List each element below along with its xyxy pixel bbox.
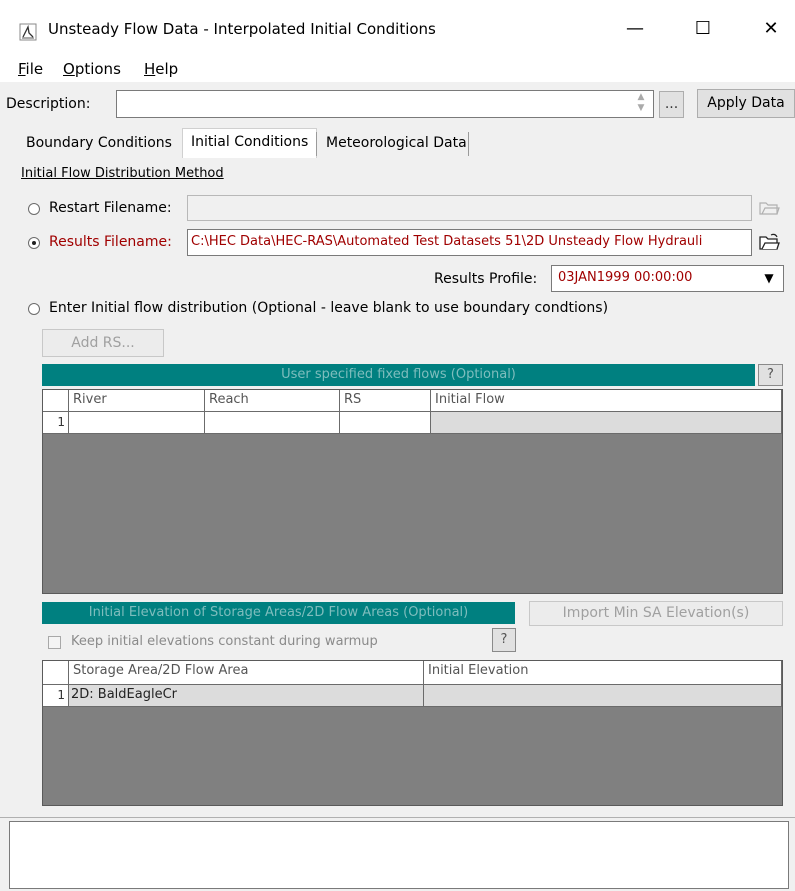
enter-flow-label: Enter Initial flow distribution (Optiona…	[49, 300, 609, 316]
column-header-river[interactable]: River	[69, 390, 205, 412]
cell-initial-flow[interactable]	[431, 412, 782, 434]
window-title: Unsteady Flow Data - Interpolated Initia…	[48, 20, 436, 38]
menu-file[interactable]: File	[18, 60, 43, 78]
app-icon	[19, 23, 37, 41]
import-min-sa-elevation-button[interactable]: Import Min SA Elevation(s)	[529, 601, 783, 626]
storage-areas-table: Storage Area/2D Flow Area Initial Elevat…	[42, 660, 783, 806]
column-header-storage-area[interactable]: Storage Area/2D Flow Area	[69, 661, 424, 685]
description-spin-icon[interactable]: ▲ ▼	[632, 92, 650, 116]
tab-initial-conditions[interactable]: Initial Conditions	[182, 128, 318, 158]
storage-help-button[interactable]: ?	[492, 628, 516, 652]
column-header-rs[interactable]: RS	[340, 390, 431, 412]
row-number: 1	[43, 412, 69, 434]
cell-river[interactable]	[69, 412, 205, 434]
apply-data-button[interactable]: Apply Data	[697, 89, 795, 118]
description-input[interactable]	[116, 90, 654, 118]
minimize-button[interactable]: —	[612, 14, 658, 44]
results-profile-value: 03JAN1999 00:00:00	[558, 270, 693, 285]
row-number: 1	[43, 685, 69, 707]
maximize-button[interactable]: ☐	[680, 14, 726, 44]
description-label: Description:	[6, 96, 91, 112]
results-label: Results Filename:	[49, 234, 172, 250]
table-corner	[43, 390, 69, 412]
chevron-down-icon[interactable]: ▼	[756, 267, 782, 290]
keep-constant-checkbox[interactable]	[48, 636, 61, 649]
results-radio[interactable]	[28, 237, 40, 249]
menu-options[interactable]: Options	[63, 60, 121, 78]
fixed-flows-header: User specified fixed flows (Optional)	[42, 364, 755, 386]
cell-storage-area[interactable]: 2D: BaldEagleCr	[69, 685, 424, 707]
close-button[interactable]: ✕	[748, 14, 794, 44]
restart-open-folder-icon[interactable]	[757, 196, 781, 218]
message-box	[9, 821, 789, 889]
fixed-flows-table: River Reach RS Initial Flow 1	[42, 389, 783, 594]
fixed-flows-help-button[interactable]: ?	[758, 364, 783, 386]
storage-areas-header: Initial Elevation of Storage Areas/2D Fl…	[42, 602, 515, 624]
tab-meteorological-data[interactable]: Meteorological Data	[318, 130, 475, 158]
tab-divider	[316, 132, 317, 156]
tab-boundary-conditions[interactable]: Boundary Conditions	[18, 130, 180, 158]
restart-filename-input[interactable]	[187, 195, 752, 221]
description-browse-button[interactable]: ...	[659, 91, 684, 118]
cell-reach[interactable]	[205, 412, 340, 434]
add-rs-button[interactable]: Add RS...	[42, 329, 164, 357]
column-header-initial-flow[interactable]: Initial Flow	[431, 390, 782, 412]
table-corner	[43, 661, 69, 685]
results-filename-input[interactable]: C:\HEC Data\HEC-RAS\Automated Test Datas…	[187, 229, 752, 256]
keep-constant-label: Keep initial elevations constant during …	[71, 634, 378, 649]
cell-initial-elevation[interactable]	[424, 685, 782, 707]
restart-radio[interactable]	[28, 203, 40, 215]
tab-divider	[468, 132, 469, 156]
column-header-initial-elevation[interactable]: Initial Elevation	[424, 661, 782, 685]
cell-rs[interactable]	[340, 412, 431, 434]
restart-label: Restart Filename:	[49, 200, 172, 216]
results-filename-value: C:\HEC Data\HEC-RAS\Automated Test Datas…	[191, 234, 703, 249]
section-title: Initial Flow Distribution Method	[21, 166, 224, 181]
column-header-reach[interactable]: Reach	[205, 390, 340, 412]
menu-help[interactable]: Help	[144, 60, 178, 78]
enter-flow-radio[interactable]	[28, 303, 40, 315]
results-profile-select[interactable]: 03JAN1999 00:00:00 ▼	[551, 265, 784, 292]
divider	[0, 817, 795, 818]
results-open-folder-icon[interactable]	[757, 230, 781, 254]
results-profile-label: Results Profile:	[434, 271, 538, 287]
